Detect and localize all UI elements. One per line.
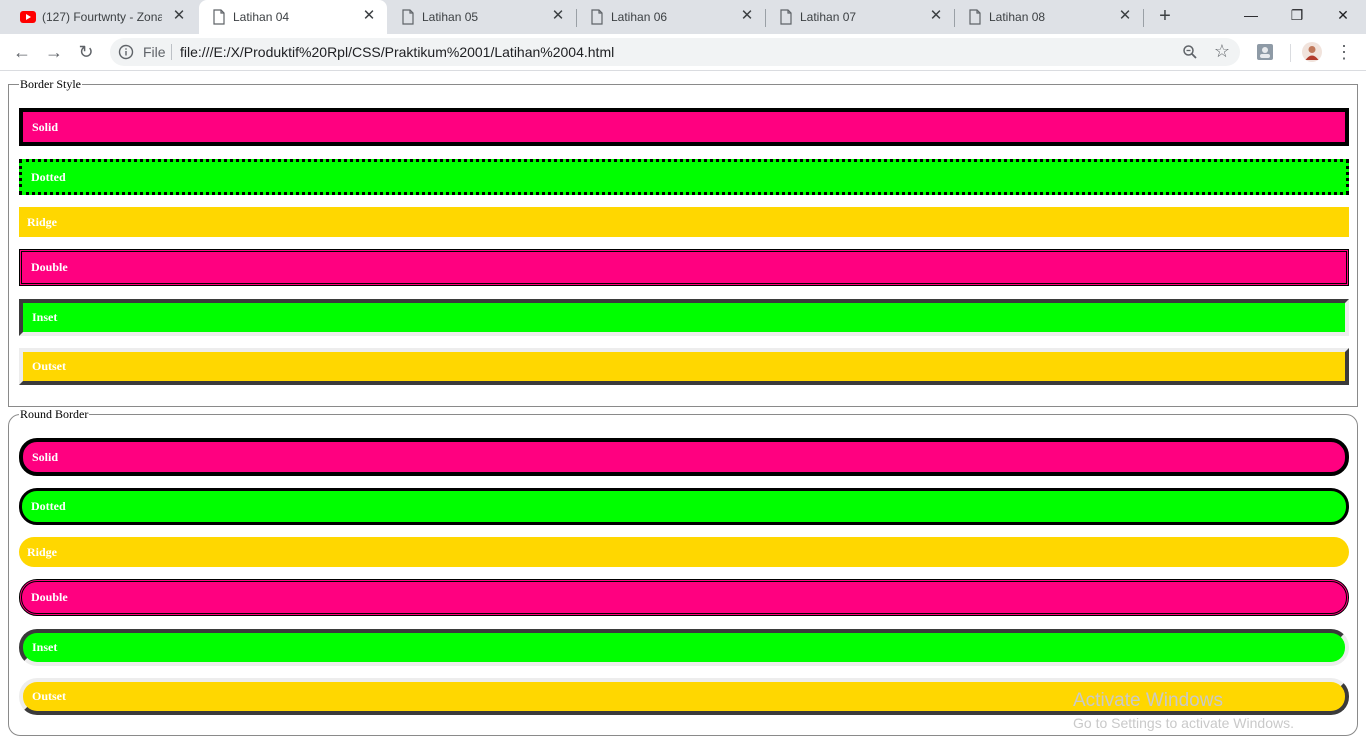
round-border-fieldset: Round Border Solid Dotted Ridge Double I… <box>8 407 1358 736</box>
tab-title: Latihan 06 <box>611 10 668 24</box>
extension-icon[interactable] <box>1256 43 1274 61</box>
reload-button[interactable]: ↻ <box>74 40 98 64</box>
border-box-solid: Solid <box>19 108 1349 146</box>
border-box-dotted: Dotted <box>19 159 1349 195</box>
watermark-subtitle: Go to Settings to activate Windows. <box>1073 715 1294 731</box>
watermark-title: Activate Windows <box>1073 690 1223 711</box>
tab-latihan-05[interactable]: Latihan 05 ✕ <box>388 0 576 34</box>
close-tab-icon[interactable]: ✕ <box>171 8 187 24</box>
border-box-ridge: Ridge <box>19 207 1349 237</box>
close-tab-icon[interactable]: ✕ <box>739 8 755 24</box>
round-box-dotted: Dotted <box>19 488 1349 525</box>
border-box-outset: Outset <box>19 348 1349 385</box>
document-icon <box>213 9 225 25</box>
border-style-fieldset: Border Style Solid Dotted Ridge Double I… <box>8 77 1358 407</box>
address-bar[interactable]: File file:///E:/X/Produktif%20Rpl/CSS/Pr… <box>110 38 1240 66</box>
tab-title: Latihan 07 <box>800 10 857 24</box>
forward-button[interactable]: → <box>42 40 66 64</box>
close-tab-icon[interactable]: ✕ <box>928 8 944 24</box>
tab-strip: (127) Fourtwnty - Zona ✕ Latihan 04 ✕ La… <box>0 0 1366 34</box>
tab-title: (127) Fourtwnty - Zona <box>42 10 162 24</box>
round-box-solid: Solid <box>19 438 1349 476</box>
close-window-button[interactable]: ✕ <box>1320 0 1366 30</box>
round-box-double: Double <box>19 579 1349 616</box>
border-box-inset: Inset <box>19 299 1349 336</box>
browser-toolbar: ← → ↻ File file:///E:/X/Produktif%20Rpl/… <box>0 34 1366 71</box>
page-content: Border Style Solid Dotted Ridge Double I… <box>0 71 1366 756</box>
round-box-inset: Inset <box>19 629 1349 666</box>
tab-latihan-08[interactable]: Latihan 08 ✕ <box>955 0 1143 34</box>
document-icon <box>402 9 414 25</box>
fieldset-legend: Border Style <box>19 77 82 91</box>
url-text[interactable]: file:///E:/X/Produktif%20Rpl/CSS/Praktik… <box>180 44 614 60</box>
tab-title: Latihan 08 <box>989 10 1046 24</box>
round-box-ridge: Ridge <box>19 537 1349 567</box>
restore-button[interactable]: ❐ <box>1274 0 1320 30</box>
tab-latihan-07[interactable]: Latihan 07 ✕ <box>766 0 954 34</box>
tab-youtube[interactable]: (127) Fourtwnty - Zona ✕ <box>8 0 197 34</box>
info-icon[interactable] <box>118 44 134 60</box>
document-icon <box>969 9 981 25</box>
tab-divider <box>1143 9 1144 27</box>
border-box-double: Double <box>19 249 1349 286</box>
close-tab-icon[interactable]: ✕ <box>550 8 566 24</box>
toolbar-divider <box>1290 44 1291 62</box>
new-tab-button[interactable]: + <box>1153 5 1177 29</box>
tab-latihan-04[interactable]: Latihan 04 ✕ <box>199 0 387 34</box>
activate-windows-watermark: Activate Windows Go to Settings to activ… <box>1073 690 1294 731</box>
close-tab-icon[interactable]: ✕ <box>361 8 377 24</box>
tab-latihan-06[interactable]: Latihan 06 ✕ <box>577 0 765 34</box>
document-icon <box>591 9 603 25</box>
menu-button[interactable]: ⋮ <box>1334 40 1354 64</box>
close-tab-icon[interactable]: ✕ <box>1117 8 1133 24</box>
document-icon <box>780 9 792 25</box>
zoom-icon[interactable] <box>1182 44 1198 60</box>
tab-title: Latihan 05 <box>422 10 479 24</box>
address-divider <box>171 44 172 60</box>
minimize-button[interactable]: — <box>1228 0 1274 30</box>
scheme-label: File <box>143 44 166 60</box>
youtube-icon <box>20 11 36 23</box>
profile-avatar-icon[interactable] <box>1302 42 1322 62</box>
tab-title: Latihan 04 <box>233 10 290 24</box>
fieldset-legend: Round Border <box>19 407 90 421</box>
bookmark-star-icon[interactable]: ☆ <box>1214 41 1230 61</box>
back-button[interactable]: ← <box>10 40 34 64</box>
